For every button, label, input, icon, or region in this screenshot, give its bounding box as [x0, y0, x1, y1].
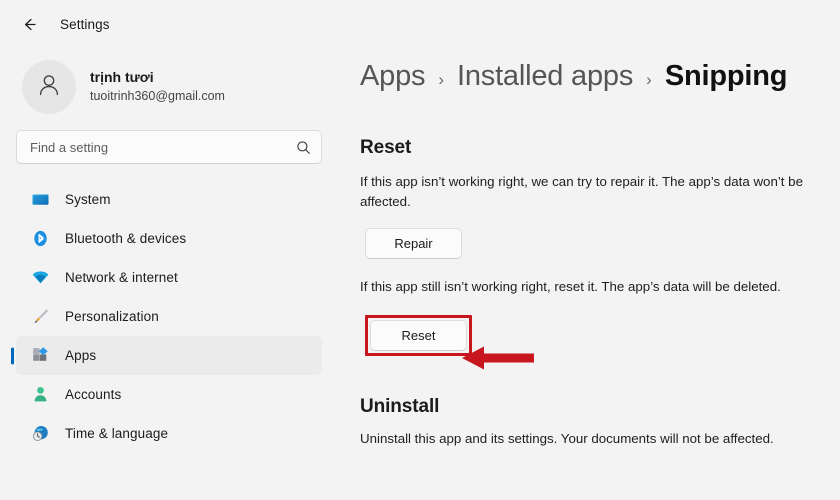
search-icon[interactable] — [296, 140, 311, 155]
back-arrow-icon — [21, 16, 38, 33]
sidebar-nav: System Bluetooth & devices Network & int… — [16, 180, 322, 453]
window-body: trịnh tươi tuoitrinh360@gmail.com Find a… — [0, 48, 840, 500]
title-bar: Settings — [0, 0, 840, 48]
uninstall-description: Uninstall this app and its settings. You… — [360, 430, 774, 446]
sidebar-item-personalization[interactable]: Personalization — [16, 297, 322, 336]
sidebar-item-network-internet[interactable]: Network & internet — [16, 258, 322, 297]
reset-button-row: Reset — [365, 314, 840, 356]
sidebar-item-label: System — [65, 192, 111, 207]
back-button[interactable] — [14, 9, 44, 39]
sidebar-item-time-language[interactable]: Time & language — [16, 414, 322, 453]
search-box[interactable] — [16, 130, 322, 164]
breadcrumb-item-installed-apps[interactable]: Installed apps — [457, 60, 633, 93]
person-icon — [34, 70, 64, 105]
breadcrumb: Apps › Installed apps › Snipping — [360, 60, 840, 93]
sidebar-item-label: Bluetooth & devices — [65, 231, 187, 246]
reset-description: If this app still isn’t working right, r… — [360, 279, 781, 295]
uninstall-section-title: Uninstall — [360, 395, 440, 417]
reset-button-highlight: Reset — [365, 314, 472, 356]
sidebar-item-label: Time & language — [65, 426, 169, 441]
repair-button[interactable]: Repair — [365, 228, 462, 260]
sidebar-item-label: Network & internet — [65, 270, 178, 285]
sidebar-item-accounts[interactable]: Accounts — [16, 375, 322, 414]
reset-section: Reset If this app isn’t working right, w… — [360, 137, 840, 356]
sidebar: trịnh tươi tuoitrinh360@gmail.com Find a… — [0, 48, 336, 500]
chevron-right-icon: › — [438, 70, 444, 89]
account-person-icon — [31, 385, 50, 404]
apps-icon — [31, 346, 50, 365]
chevron-right-icon: › — [646, 70, 652, 89]
avatar — [22, 60, 76, 114]
account-card[interactable]: trịnh tươi tuoitrinh360@gmail.com — [16, 48, 322, 130]
repair-button-row: Repair — [365, 228, 840, 260]
repair-description: If this app isn’t working right, we can … — [360, 174, 803, 210]
monitor-icon — [31, 190, 50, 209]
account-name: trịnh tươi — [90, 69, 154, 86]
reset-button[interactable]: Reset — [370, 319, 467, 351]
sidebar-item-label: Apps — [65, 348, 97, 363]
bluetooth-icon — [31, 229, 50, 248]
account-email: tuoitrinh360@gmail.com — [90, 88, 225, 103]
search-input[interactable] — [30, 139, 296, 155]
sidebar-item-label: Accounts — [65, 387, 122, 402]
sidebar-item-apps[interactable]: Apps — [16, 336, 322, 375]
account-text: trịnh tươi tuoitrinh360@gmail.com — [90, 69, 225, 104]
paintbrush-icon — [31, 307, 50, 326]
breadcrumb-item-apps[interactable]: Apps — [360, 60, 426, 93]
clock-globe-icon — [31, 424, 50, 443]
breadcrumb-item-current: Snipping — [664, 60, 788, 92]
sidebar-item-bluetooth-devices[interactable]: Bluetooth & devices — [16, 219, 322, 258]
reset-section-title: Reset — [360, 137, 412, 158]
sidebar-item-label: Personalization — [65, 309, 159, 324]
wifi-icon — [31, 268, 50, 287]
sidebar-item-system[interactable]: System — [16, 180, 322, 219]
main-content: Apps › Installed apps › Snipping Reset I… — [336, 48, 840, 500]
window-title: Settings — [60, 16, 110, 32]
uninstall-section: Uninstall Uninstall this app and its set… — [360, 396, 840, 449]
settings-window: Settings trịnh tươi tuoitrinh360@gmail.c… — [0, 0, 840, 500]
